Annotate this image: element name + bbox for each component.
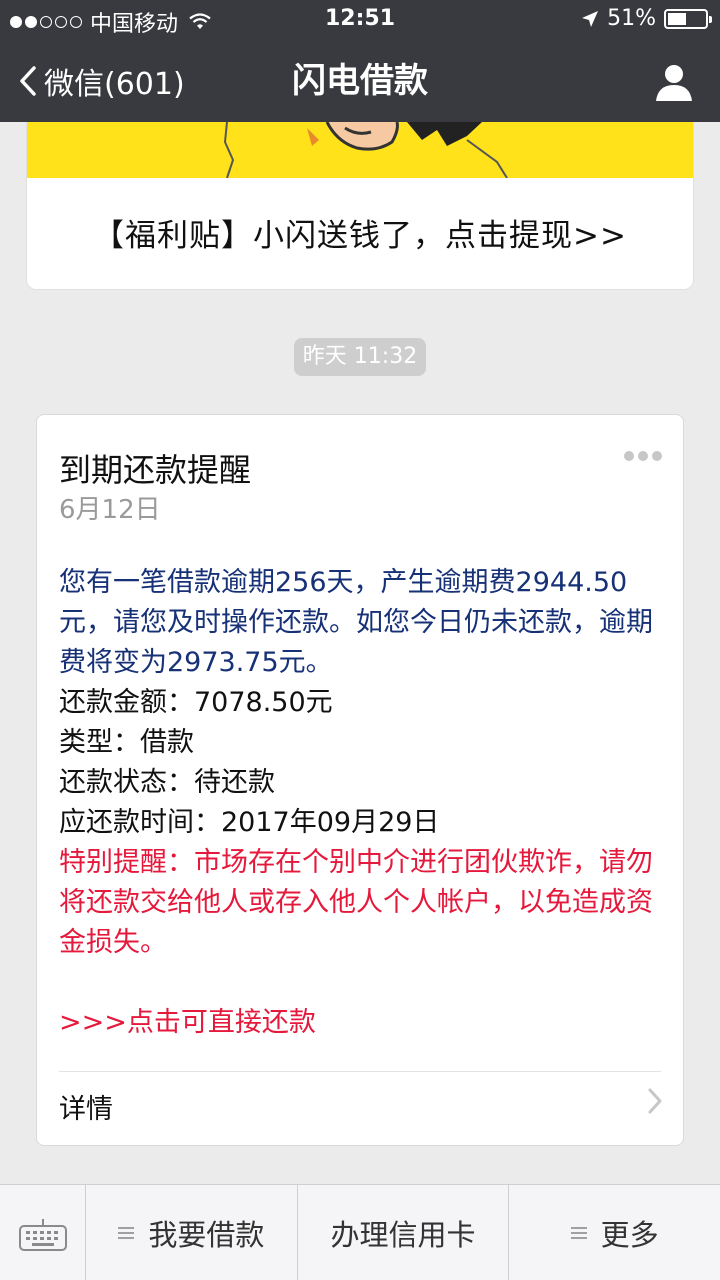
person-icon[interactable] (654, 62, 694, 102)
promo-link-text[interactable]: 【福利贴】小闪送钱了，点击提现>> (27, 210, 693, 255)
repayment-status: 还款状态：待还款 (59, 767, 275, 798)
message-body: 您有一笔借款逾期256天，产生逾期费2944.50元，请您及时操作还款。如您今日… (59, 563, 665, 1043)
template-message-card[interactable]: 到期还款提醒 6月12日 您有一笔借款逾期256天，产生逾期费2944.50元，… (36, 414, 684, 1146)
more-options-icon[interactable] (623, 449, 663, 463)
keyboard-toggle-button[interactable] (0, 1185, 86, 1280)
message-date: 6月12日 (59, 495, 161, 525)
promo-card[interactable]: 【福利贴】小闪送钱了，点击提现>> (26, 122, 694, 290)
nav-bar: 微信(601) 闪电借款 (0, 40, 720, 122)
chevron-right-icon[interactable] (647, 1087, 663, 1115)
battery-fill (668, 12, 687, 25)
top-bar: 中国移动 12:51 51% 微信(601) 闪电借款 (0, 0, 720, 122)
repayment-amount: 还款金额：7078.50元 (59, 687, 333, 718)
loan-type: 类型：借款 (59, 727, 194, 758)
submenu-icon (118, 1226, 135, 1240)
cartoon-illustration (223, 122, 508, 179)
menu-item-label: 更多 (600, 1218, 659, 1252)
keyboard-icon (19, 1219, 67, 1251)
card-divider (59, 1071, 661, 1072)
fraud-warning: 特别提醒：市场存在个别中介进行团伙欺诈，请勿将还款交给他人或存入他人个人帐户，以… (59, 847, 653, 958)
message-timestamp: 昨天 11:32 (294, 338, 426, 376)
location-arrow-icon (582, 10, 599, 27)
message-title: 到期还款提醒 (59, 451, 252, 489)
repay-now-link[interactable]: >>>点击可直接还款 (59, 1003, 665, 1043)
overdue-notice: 您有一笔借款逾期256天，产生逾期费2944.50元，请您及时操作还款。如您今日… (59, 567, 653, 678)
submenu-icon (570, 1226, 587, 1240)
due-date: 应还款时间：2017年09月29日 (59, 807, 440, 838)
menu-item-label: 我要借款 (148, 1218, 265, 1252)
menu-item-credit-card[interactable]: 办理信用卡 (298, 1185, 510, 1280)
battery-icon (664, 8, 712, 29)
battery-percent: 51% (607, 6, 656, 31)
promo-banner-image (27, 122, 693, 179)
status-bar: 中国移动 12:51 51% (0, 0, 720, 40)
bottom-menu-bar: 我要借款 办理信用卡 更多 (0, 1184, 720, 1280)
menu-item-more[interactable]: 更多 (509, 1185, 720, 1280)
page-title: 闪电借款 (292, 61, 428, 101)
menu-item-borrow[interactable]: 我要借款 (86, 1185, 298, 1280)
menu-item-label: 办理信用卡 (330, 1218, 476, 1252)
details-link[interactable]: 详情 (59, 1087, 113, 1126)
chat-content[interactable]: 【福利贴】小闪送钱了，点击提现>> 昨天 11:32 到期还款提醒 6月12日 … (0, 122, 720, 1184)
